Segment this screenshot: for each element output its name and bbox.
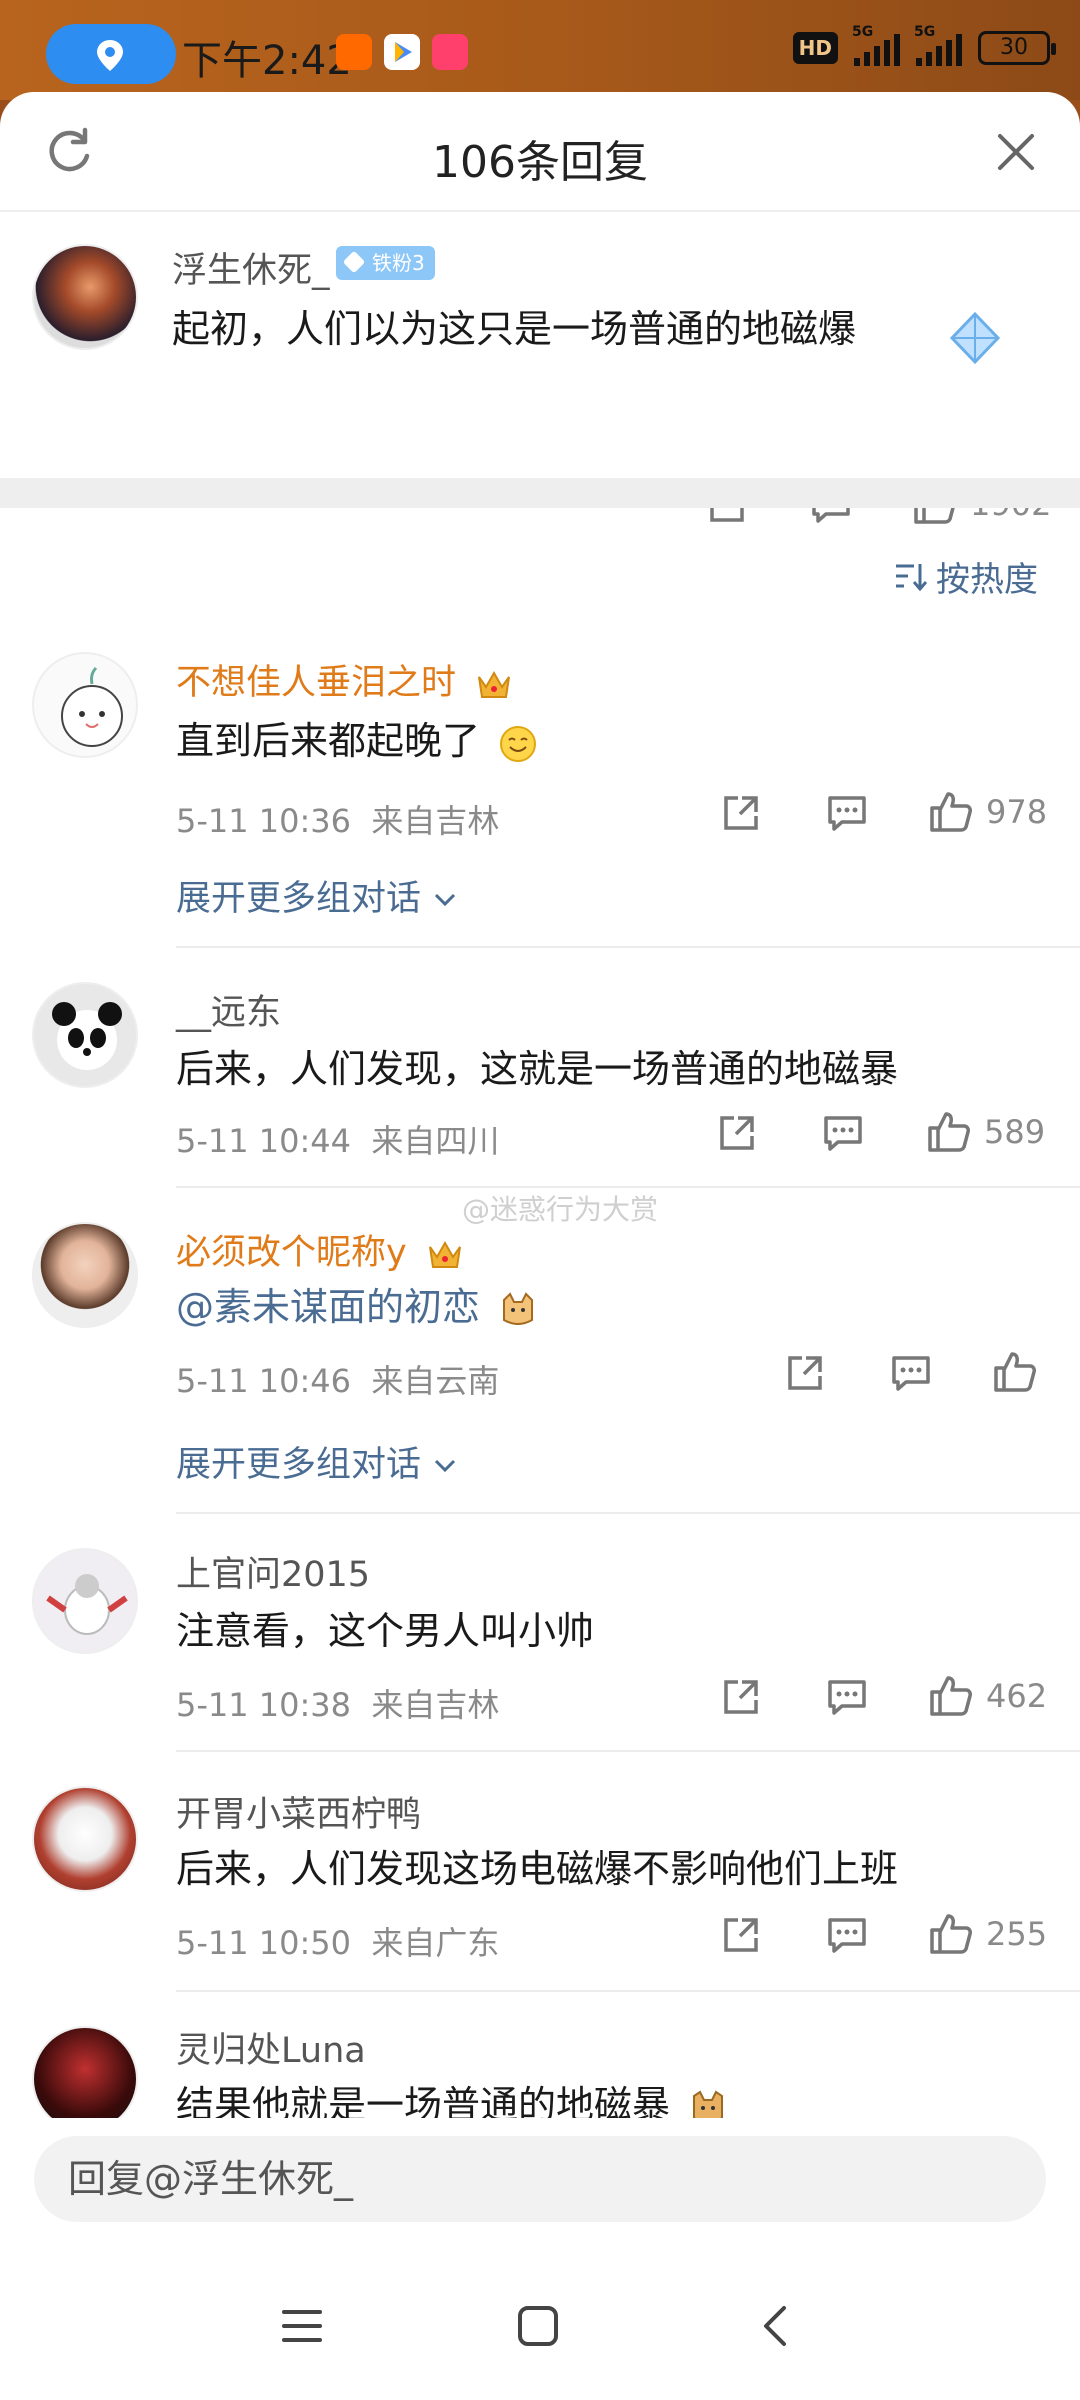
comment-meta: 5-11 10:46 来自云南 bbox=[176, 1362, 500, 1400]
avatar[interactable] bbox=[32, 652, 138, 758]
comment-icon bbox=[828, 1680, 866, 1715]
diamond-decoration-icon bbox=[949, 311, 1001, 365]
comment-text: 后来，人们发现这场电磁爆不影响他们上班 bbox=[176, 1847, 899, 1891]
username[interactable]: 灵归处Luna bbox=[176, 2022, 366, 2073]
back-icon[interactable] bbox=[752, 2302, 800, 2350]
comment-meta: 5-11 10:50 来自广东 bbox=[176, 1924, 500, 1962]
system-nav-bar bbox=[0, 2256, 1080, 2400]
video-app-icon bbox=[384, 34, 420, 70]
hd-voice-badge: HD bbox=[792, 32, 838, 64]
signal-icon-1: 5G bbox=[852, 24, 900, 66]
like-button[interactable] bbox=[992, 1350, 1038, 1394]
comment-icon bbox=[892, 1356, 930, 1391]
avatar[interactable] bbox=[32, 1548, 138, 1654]
page-title: 106条回复 bbox=[432, 137, 648, 188]
close-icon[interactable] bbox=[994, 130, 1038, 174]
share-button[interactable] bbox=[716, 1112, 758, 1154]
comment-meta: 5-11 10:38 来自吉林 bbox=[176, 1686, 500, 1724]
root-comment: 浮生休死_ 铁粉3 起初，人们以为这只是一场普通的地磁爆 1902 bbox=[0, 212, 1080, 562]
share-button[interactable] bbox=[720, 1676, 762, 1718]
section-divider bbox=[0, 478, 1080, 508]
comment-text: @素未谋面的初恋 bbox=[176, 1276, 538, 1331]
username[interactable]: 上官问2015 bbox=[176, 1546, 370, 1597]
thumbs-up-icon bbox=[930, 1676, 972, 1716]
location-pin-icon bbox=[97, 40, 123, 71]
xiaomi-app-icon bbox=[336, 34, 372, 70]
location-indicator[interactable] bbox=[46, 24, 176, 84]
home-icon[interactable] bbox=[514, 2302, 562, 2350]
comment-text: 结果他就是一场普通的地磁暴 bbox=[176, 2074, 728, 2118]
replies-sheet: 106条回复 浮生休死_ 铁粉3 起初，人们以为这只是一场普通的地磁爆 1902… bbox=[0, 92, 1080, 2400]
divider bbox=[176, 1990, 1080, 1992]
avatar[interactable] bbox=[32, 244, 138, 350]
status-bar: 下午2:42 HD 5G 5G 30 bbox=[0, 0, 1080, 100]
avatar[interactable] bbox=[32, 2026, 138, 2118]
comment-button[interactable] bbox=[822, 1112, 864, 1154]
divider bbox=[176, 1512, 1080, 1514]
comment-icon bbox=[824, 1116, 862, 1151]
share-icon bbox=[724, 1680, 758, 1714]
divider bbox=[176, 1750, 1080, 1752]
cat-emoji-icon bbox=[503, 1291, 534, 1325]
username[interactable]: __远东 bbox=[176, 984, 281, 1035]
username[interactable]: 不想佳人垂泪之时 bbox=[176, 654, 513, 705]
signal-icon-2: 5G bbox=[914, 24, 962, 66]
share-button[interactable] bbox=[784, 1352, 826, 1394]
avatar[interactable] bbox=[32, 1222, 138, 1328]
comment-icon bbox=[828, 1918, 866, 1953]
divider bbox=[176, 946, 1080, 948]
username[interactable]: 浮生休死_ bbox=[172, 242, 330, 293]
comment-button[interactable] bbox=[826, 1914, 868, 1956]
avatar[interactable] bbox=[32, 1786, 138, 1892]
list-item: 灵归处Luna 结果他就是一场普通的地磁暴 bbox=[0, 2012, 1080, 2118]
menu-icon[interactable] bbox=[278, 2302, 326, 2350]
share-icon bbox=[788, 1356, 822, 1390]
doge-emoji-icon bbox=[693, 2090, 724, 2118]
thumbs-up-icon bbox=[930, 792, 972, 832]
share-button[interactable] bbox=[720, 1914, 762, 1956]
shopping-app-icon bbox=[432, 34, 468, 70]
smile-emoji-icon bbox=[500, 725, 537, 762]
status-time: 下午2:42 bbox=[182, 38, 352, 84]
fan-badge: 铁粉3 bbox=[336, 246, 435, 280]
comment-meta: 5-11 10:44 来自四川 bbox=[176, 1122, 500, 1160]
thumbs-up-icon bbox=[994, 1352, 1036, 1392]
share-icon bbox=[720, 1116, 754, 1150]
comment-text: 直到后来都起晚了 bbox=[176, 710, 538, 765]
share-icon bbox=[724, 796, 758, 830]
like-button[interactable]: 462 bbox=[928, 1674, 1047, 1718]
comment-button[interactable] bbox=[826, 792, 868, 834]
chevron-down-icon bbox=[435, 893, 456, 907]
sheet-header: 106条回复 bbox=[0, 92, 1080, 212]
expand-conversation-link[interactable]: 展开更多组对话 bbox=[176, 1436, 458, 1487]
share-button[interactable] bbox=[720, 792, 762, 834]
sort-toggle[interactable]: 按热度 bbox=[894, 552, 1038, 601]
comment-text: 后来，人们发现，这就是一场普通的地磁暴 bbox=[176, 1047, 899, 1091]
expand-conversation-link[interactable]: 展开更多组对话 bbox=[176, 870, 458, 921]
share-icon bbox=[724, 1918, 758, 1952]
like-button[interactable]: 978 bbox=[928, 790, 1047, 834]
comment-button[interactable] bbox=[890, 1352, 932, 1394]
like-button[interactable]: 255 bbox=[928, 1912, 1047, 1956]
battery-icon: 30 bbox=[978, 31, 1056, 65]
avatar[interactable] bbox=[32, 982, 138, 1088]
comment-icon bbox=[828, 796, 866, 831]
chevron-down-icon bbox=[435, 1459, 456, 1473]
watermark: @迷惑行为大赏 bbox=[462, 1193, 659, 1226]
comment-button[interactable] bbox=[826, 1676, 868, 1718]
like-button[interactable]: 589 bbox=[926, 1110, 1045, 1154]
reply-input[interactable]: 回复@浮生休死_ bbox=[34, 2136, 1046, 2222]
crown-badge-icon bbox=[478, 670, 511, 698]
thumbs-up-icon bbox=[928, 1112, 970, 1152]
sort-icon bbox=[896, 563, 928, 591]
thumbs-up-icon bbox=[930, 1914, 972, 1954]
crown-badge-icon bbox=[428, 1240, 461, 1268]
username[interactable]: 开胃小菜西柠鸭 bbox=[176, 1786, 421, 1837]
comment-text: 起初，人们以为这只是一场普通的地磁爆 bbox=[172, 307, 857, 351]
comment-meta: 5-11 10:36 来自吉林 bbox=[176, 802, 500, 840]
comment-text: 注意看，这个男人叫小帅 bbox=[176, 1609, 595, 1653]
username[interactable]: 必须改个昵称y bbox=[176, 1224, 464, 1275]
